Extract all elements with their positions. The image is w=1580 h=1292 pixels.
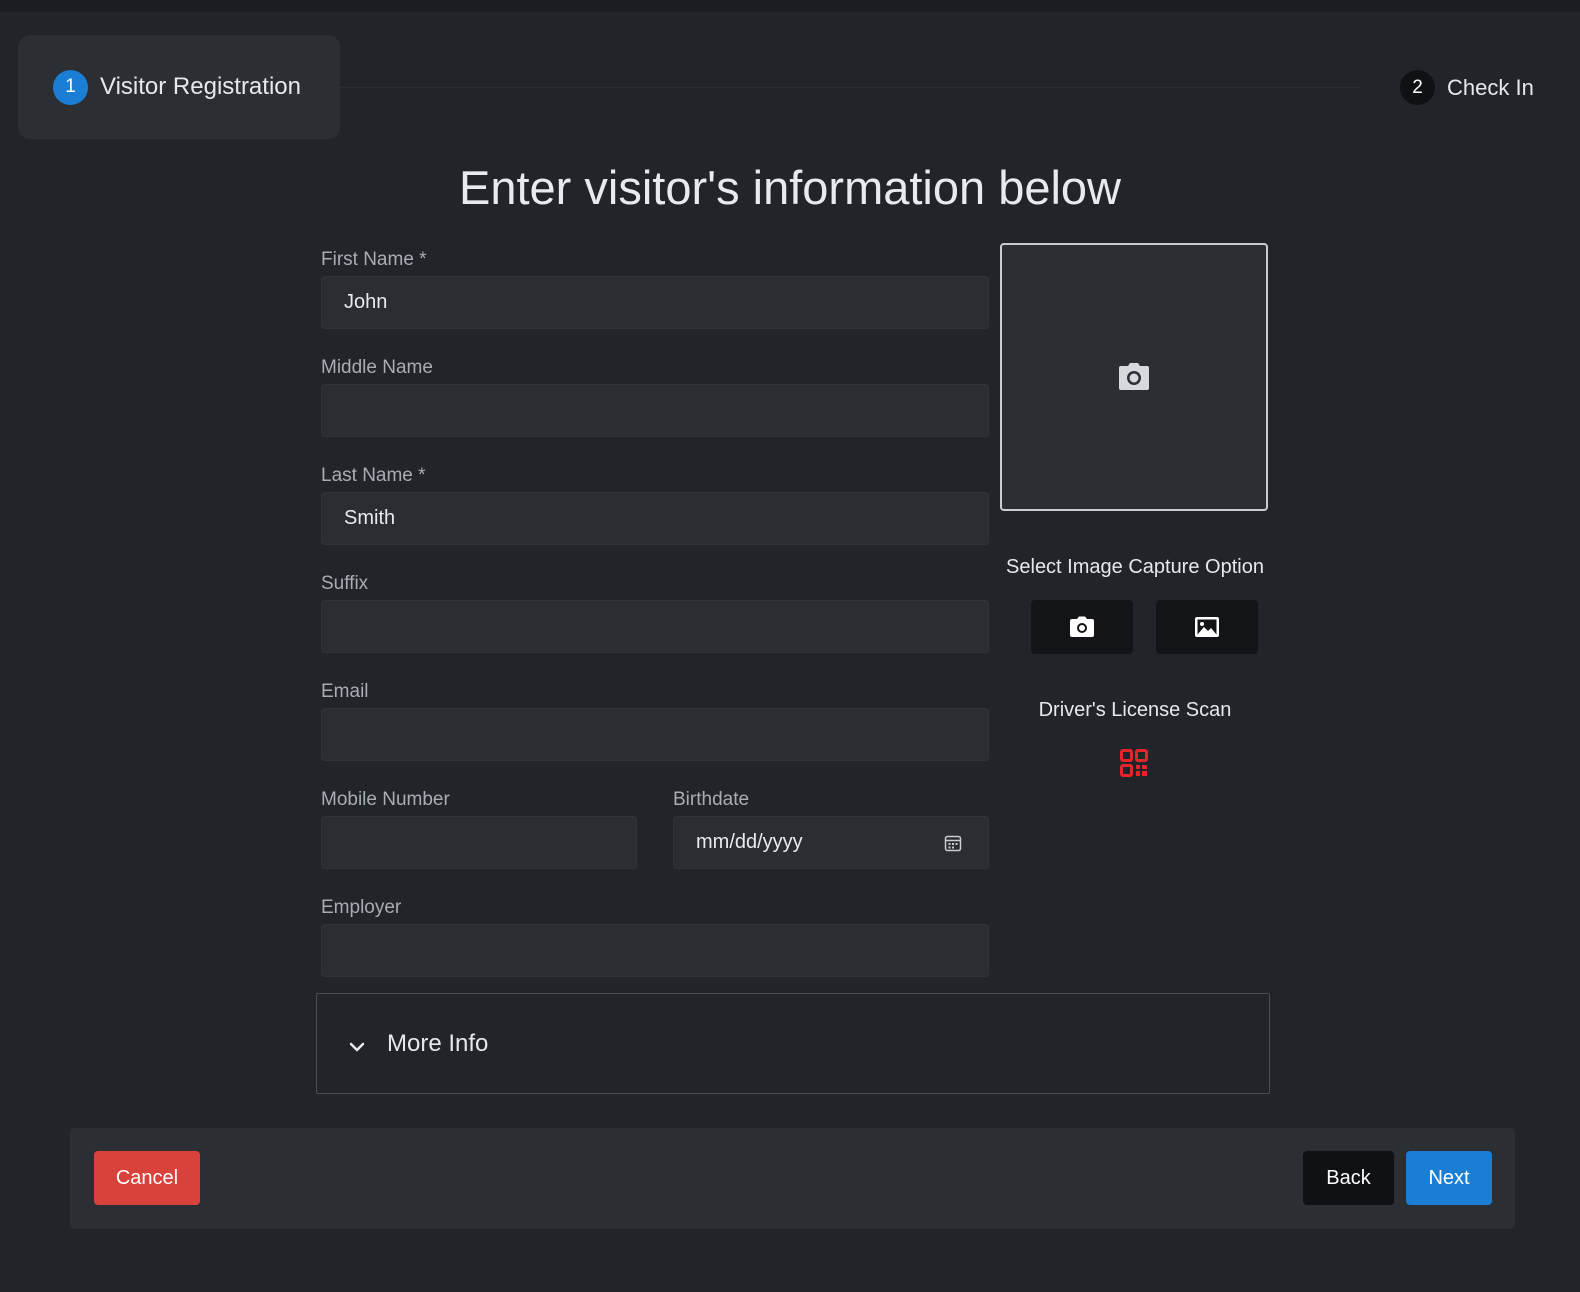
top-bar [0, 0, 1580, 12]
last-name-input[interactable]: Smith [321, 492, 989, 545]
capture-option-title: Select Image Capture Option [1006, 556, 1264, 578]
middle-name-input[interactable] [321, 384, 989, 437]
step-number-2: 2 [1400, 70, 1435, 105]
first-name-input[interactable]: John [321, 276, 989, 329]
email-label: Email [321, 681, 369, 702]
middle-name-label: Middle Name [321, 357, 433, 378]
capture-upload-button[interactable] [1156, 600, 1258, 654]
back-button[interactable]: Back [1303, 1151, 1394, 1205]
last-name-label: Last Name * [321, 465, 426, 486]
cancel-button[interactable]: Cancel [94, 1151, 200, 1205]
footer-bar: Cancel Back Next [70, 1128, 1515, 1229]
step-label-1: Visitor Registration [100, 73, 301, 100]
employer-label: Employer [321, 897, 402, 918]
mobile-number-label: Mobile Number [321, 789, 450, 810]
stepper-connector [340, 87, 1360, 88]
qr-scan-icon[interactable] [1120, 749, 1148, 777]
next-button[interactable]: Next [1406, 1151, 1492, 1205]
step-visitor-registration[interactable]: 1 Visitor Registration [18, 35, 340, 139]
email-input[interactable] [321, 708, 989, 761]
step-check-in[interactable]: 2 Check In [1400, 70, 1534, 105]
camera-icon [1070, 616, 1094, 637]
calendar-icon[interactable] [944, 834, 962, 852]
birthdate-input[interactable]: mm/dd/yyyy [673, 816, 989, 869]
photo-preview[interactable] [1000, 243, 1268, 511]
step-number-1: 1 [53, 69, 88, 105]
drivers-license-title: Driver's License Scan [1038, 699, 1232, 721]
chevron-down-icon [349, 1042, 365, 1051]
capture-camera-button[interactable] [1031, 600, 1133, 654]
image-icon [1195, 617, 1219, 637]
page-title: Enter visitor's information below [458, 161, 1122, 214]
first-name-label: First Name * [321, 249, 427, 270]
birthdate-label: Birthdate [673, 789, 750, 810]
mobile-number-input[interactable] [321, 816, 637, 869]
step-label-2: Check In [1447, 74, 1534, 100]
suffix-input[interactable] [321, 600, 989, 653]
suffix-label: Suffix [321, 573, 369, 594]
more-info-label: More Info [387, 1029, 489, 1057]
more-info-accordion[interactable]: More Info [316, 993, 1270, 1094]
employer-input[interactable] [321, 924, 989, 977]
camera-icon [1119, 363, 1149, 390]
birthdate-value: mm/dd/yyyy [696, 831, 803, 853]
